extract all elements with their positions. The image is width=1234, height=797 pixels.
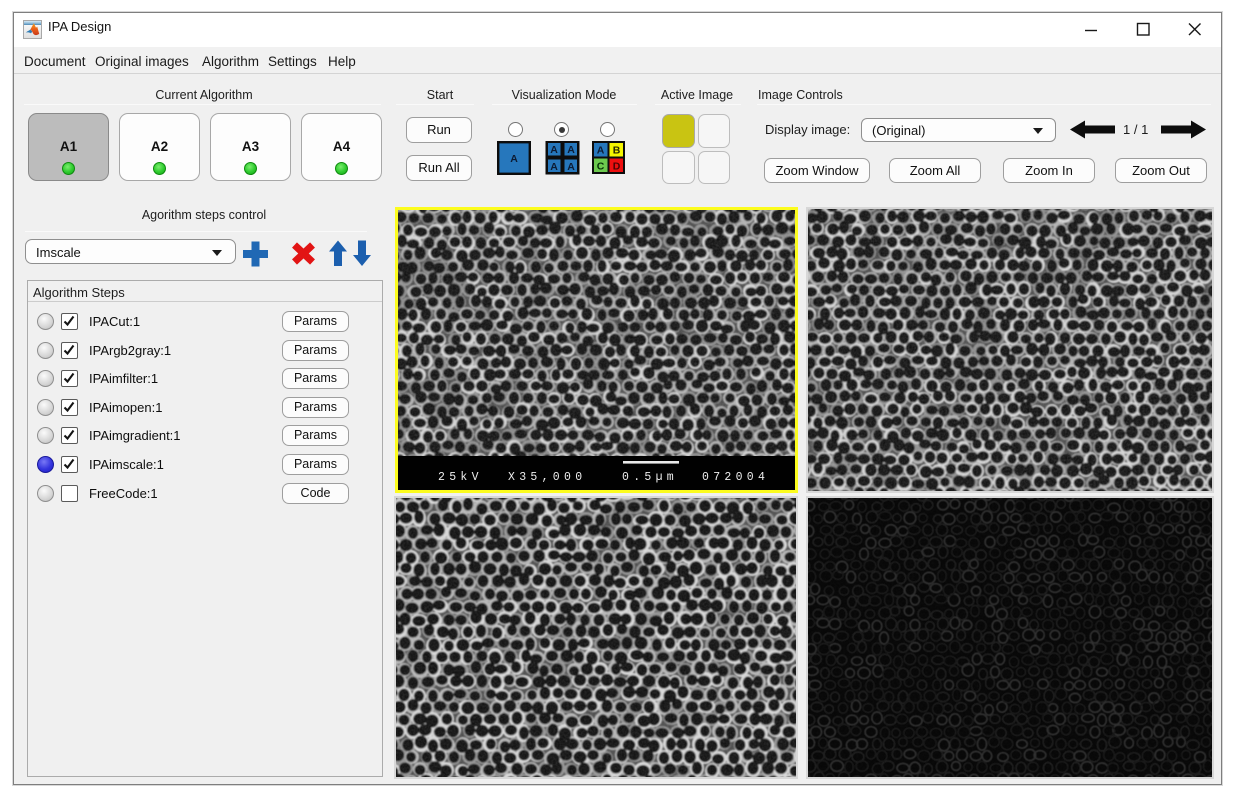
svg-text:A: A	[567, 144, 575, 156]
svg-text:C: C	[597, 161, 605, 173]
svg-text:0.5µm: 0.5µm	[622, 471, 678, 484]
svg-text:A: A	[510, 153, 518, 165]
svg-text:A: A	[550, 144, 558, 156]
svg-text:A: A	[597, 145, 605, 157]
svg-text:B: B	[613, 145, 621, 157]
svg-text:A: A	[567, 161, 575, 173]
svg-text:072004: 072004	[702, 471, 769, 484]
svg-text:D: D	[613, 161, 621, 173]
svg-text:25kV: 25kV	[438, 471, 483, 484]
svg-text:A: A	[550, 161, 558, 173]
svg-text:X35,000: X35,000	[508, 471, 586, 484]
